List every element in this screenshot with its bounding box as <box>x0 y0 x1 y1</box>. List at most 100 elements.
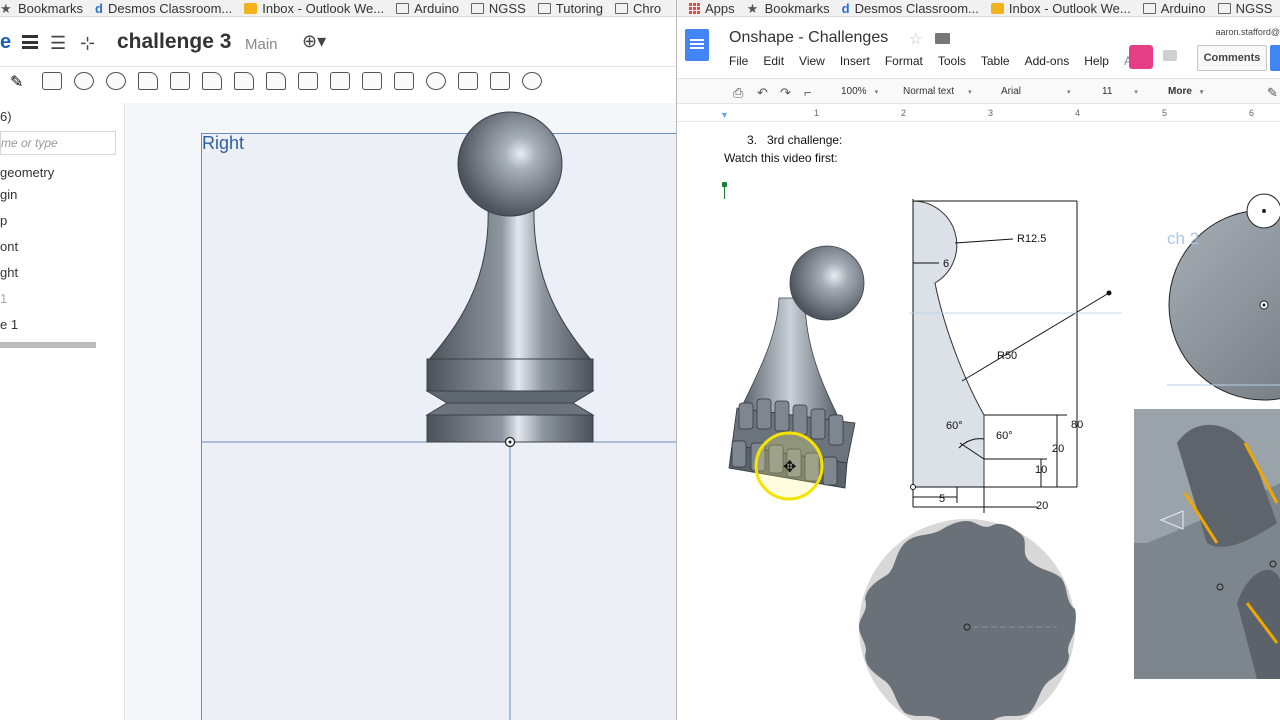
undo-icon[interactable]: ↶ <box>757 85 768 101</box>
folder-icon <box>396 2 410 14</box>
paint-format-icon[interactable]: ⌐ <box>804 85 812 100</box>
feature-item-sketch-1[interactable]: 1 <box>0 291 7 306</box>
menu-icon[interactable] <box>22 35 38 49</box>
bookmark-outlook[interactable]: Inbox - Outlook We... <box>990 1 1131 16</box>
rib-icon[interactable] <box>298 72 318 90</box>
bookmark-bookmarks[interactable]: ★ Bookmarks <box>747 1 830 16</box>
document-body[interactable]: 3. 3rd challenge: Watch this video first… <box>677 123 1280 720</box>
pawn-render-image: ✥ <box>728 245 865 501</box>
ruler-number: 3 <box>988 108 994 118</box>
onshape-window: ★ Bookmarks d Desmos Classroom... Inbox - … <box>0 0 676 720</box>
menu-insert[interactable]: Insert <box>840 54 870 68</box>
shell-icon[interactable] <box>330 72 350 90</box>
bookmark-bookmarks[interactable]: ★ Bookmarks <box>0 1 83 16</box>
branch-label[interactable]: Main <box>245 36 278 53</box>
dim-angle-a: 60° <box>946 420 963 432</box>
menu-help[interactable]: Help <box>1084 54 1109 68</box>
move-cursor-icon: ✥ <box>783 459 796 476</box>
feature-list-icon[interactable]: ☰ <box>50 33 66 54</box>
star-icon[interactable]: ☆ <box>909 30 922 48</box>
dim-r50: R50 <box>997 350 1017 362</box>
bookmark-outlook[interactable]: Inbox - Outlook We... <box>244 1 384 16</box>
sweep-icon[interactable] <box>106 72 126 90</box>
extension-icon[interactable] <box>1129 45 1153 69</box>
dim-angle-b: 60° <box>996 430 1013 442</box>
menu-edit[interactable]: Edit <box>763 54 784 68</box>
fillet-icon[interactable] <box>202 72 222 90</box>
font-size-select[interactable]: 11 ▾ <box>1102 86 1138 97</box>
more-button[interactable]: More ▾ <box>1168 86 1203 97</box>
extrude-icon[interactable] <box>42 72 62 90</box>
rollback-bar[interactable] <box>0 342 96 348</box>
feature-item-origin[interactable]: gin <box>0 187 17 202</box>
chamfer-icon[interactable] <box>234 72 254 90</box>
share-button[interactable] <box>1270 45 1280 71</box>
document-title[interactable]: Onshape - Challenges <box>729 29 888 47</box>
sketch-pencil-icon[interactable]: ✎ <box>10 72 30 91</box>
feature-item-front[interactable]: ont <box>0 239 18 254</box>
globe-icon[interactable]: ⊕▾ <box>302 31 326 52</box>
feature-item-right[interactable]: ght <box>0 265 18 280</box>
redo-icon[interactable]: ↷ <box>780 85 791 101</box>
thicken-icon[interactable] <box>170 72 190 90</box>
indent-marker-icon[interactable]: ▼ <box>720 110 729 120</box>
hole-icon[interactable] <box>362 72 382 90</box>
transform-icon[interactable] <box>490 72 510 90</box>
dim-20-vertical: 20 <box>1052 443 1064 455</box>
bookmark-ngss[interactable]: NGSS <box>470 1 526 16</box>
pencil-icon[interactable]: ✎ <box>1267 85 1278 101</box>
docs-header: Onshape - Challenges ☆ aaron.stafford@ F… <box>677 17 1280 75</box>
feature-item-top[interactable]: p <box>0 213 7 228</box>
style-select[interactable]: Normal text ▾ <box>903 86 972 97</box>
ruler[interactable]: 1 2 3 4 5 6 ▼ <box>677 106 1280 122</box>
bookmark-chrome[interactable]: Chro <box>614 1 661 16</box>
bookmark-tutoring[interactable]: Tutoring <box>537 1 603 16</box>
outlook-icon <box>990 2 1004 14</box>
loft-icon[interactable] <box>138 72 158 90</box>
onshape-header: e ☰ ⊹ challenge 3 Main ⊕▾ <box>0 17 676 67</box>
sketch-label: ch 2 <box>1167 229 1199 248</box>
draft-icon[interactable] <box>266 72 286 90</box>
dim-6: 6 <box>943 258 949 270</box>
split-icon[interactable] <box>458 72 478 90</box>
ruler-number: 1 <box>814 108 820 118</box>
bookmark-arduino[interactable]: Arduino <box>396 1 459 16</box>
print-icon[interactable]: ⎙ <box>733 85 743 101</box>
bookmark-desmos[interactable]: d Desmos Classroom... <box>842 1 979 16</box>
document-title[interactable]: challenge 3 <box>117 30 231 54</box>
configuration-icon[interactable]: ⊹ <box>80 33 95 54</box>
star-icon: ★ <box>0 0 12 16</box>
revolve-icon[interactable] <box>74 72 94 90</box>
feature-filter-input[interactable]: me or type <box>0 131 116 155</box>
boolean-icon[interactable] <box>426 72 446 90</box>
feature-item-default-geometry[interactable]: geometry <box>0 165 54 180</box>
feature-item-revolve-1[interactable]: e 1 <box>0 317 18 332</box>
bookmark-ngss[interactable]: NGSS <box>1217 1 1272 16</box>
bookmark-desmos[interactable]: d Desmos Classroom... <box>95 1 232 16</box>
menu-format[interactable]: Format <box>885 54 923 68</box>
onshape-logo[interactable]: e <box>0 31 11 54</box>
zoom-select[interactable]: 100% ▾ <box>841 86 878 97</box>
folder-icon[interactable] <box>935 33 950 44</box>
ruler-number: 5 <box>1162 108 1168 118</box>
delete-part-icon[interactable] <box>522 72 542 90</box>
ruler-number: 6 <box>1249 108 1255 118</box>
comments-button[interactable]: Comments <box>1197 45 1267 71</box>
pattern-icon[interactable] <box>394 72 414 90</box>
bookmark-arduino[interactable]: Arduino <box>1142 1 1206 16</box>
graphics-viewport[interactable]: Right <box>126 103 676 720</box>
chat-icon[interactable] <box>1163 50 1177 61</box>
bookmark-apps[interactable]: Apps <box>689 1 735 16</box>
docs-logo-icon[interactable] <box>685 29 709 61</box>
ruler-number: 4 <box>1075 108 1081 118</box>
menu-tools[interactable]: Tools <box>938 54 966 68</box>
menu-table[interactable]: Table <box>981 54 1010 68</box>
bookmarks-bar: Apps ★ Bookmarks d Desmos Classroom... Inb… <box>677 0 1280 17</box>
menu-view[interactable]: View <box>799 54 825 68</box>
font-select[interactable]: Arial ▾ <box>1001 86 1071 97</box>
menu-addons[interactable]: Add-ons <box>1025 54 1070 68</box>
menu-file[interactable]: File <box>729 54 748 68</box>
folder-icon <box>537 2 551 14</box>
ruler-number: 2 <box>901 108 907 118</box>
docs-menubar: File Edit View Insert Format Tools Table… <box>729 54 1152 68</box>
